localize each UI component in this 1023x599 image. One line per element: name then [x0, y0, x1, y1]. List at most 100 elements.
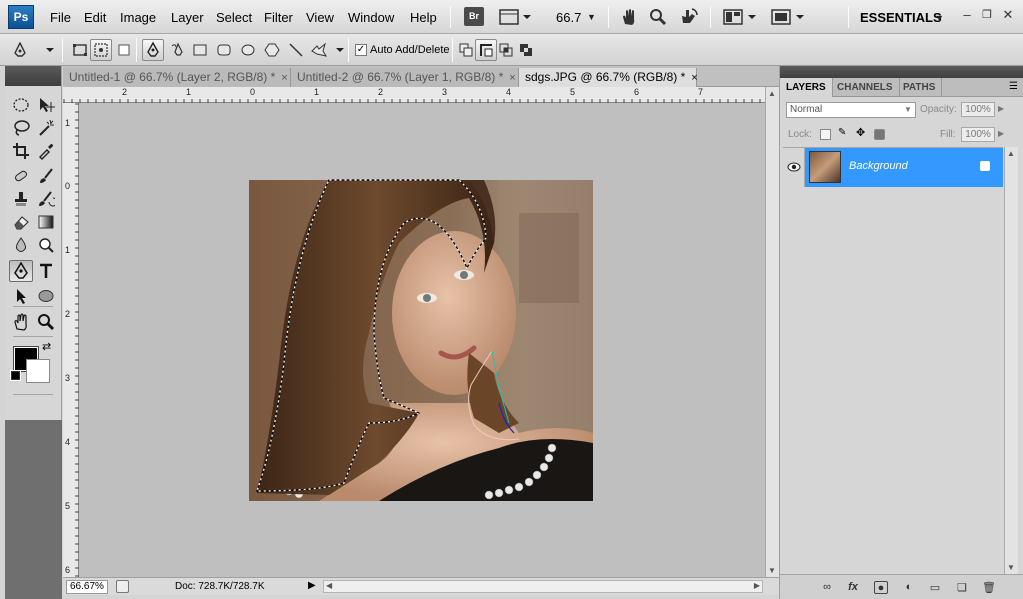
opacity-field[interactable]: 100% [961, 102, 995, 117]
document-image[interactable] [79, 103, 765, 577]
fill-pixels-mode-button[interactable] [116, 42, 132, 58]
menu-image[interactable]: Image [120, 10, 156, 25]
auto-add-delete-checkbox[interactable]: ✓ [355, 44, 367, 56]
crop-tool[interactable] [9, 140, 33, 162]
arrange-documents-button[interactable] [722, 7, 758, 27]
tab-sdgs-jpg[interactable]: sdgs.JPG @ 66.7% (RGB/8) * × [519, 68, 698, 87]
clone-stamp-tool[interactable] [9, 188, 33, 210]
ellipse-option[interactable] [240, 42, 256, 58]
close-tab-icon[interactable]: × [281, 72, 287, 84]
fill-field[interactable]: 100% [961, 127, 995, 142]
scroll-right-icon[interactable]: ▶ [754, 581, 760, 590]
vertical-scrollbar[interactable]: ▲ ▼ [765, 87, 779, 577]
scroll-down-icon[interactable]: ▼ [768, 566, 776, 575]
tab-untitled-1[interactable]: Untitled-1 @ 66.7% (Layer 2, RGB/8) * × [63, 68, 291, 87]
fill-arrow-icon[interactable]: ▶ [998, 129, 1004, 138]
intersect-shape-areas-button[interactable] [498, 42, 514, 58]
zoom-caret-icon[interactable]: ▼ [587, 12, 596, 22]
panel-header[interactable] [780, 66, 1023, 78]
workspace-switcher[interactable]: ESSENTIALS [860, 10, 942, 25]
panel-menu-icon[interactable]: ☰ [1009, 81, 1018, 92]
new-layer-icon[interactable]: ❏ [955, 581, 969, 594]
magic-wand-tool[interactable] [34, 117, 58, 139]
gradient-tool[interactable] [34, 211, 58, 233]
mask-icon[interactable]: ● [874, 581, 888, 594]
workspace-caret-icon[interactable]: ▼ [935, 13, 944, 23]
opacity-arrow-icon[interactable]: ▶ [998, 104, 1004, 113]
zoom-tool[interactable] [34, 311, 58, 333]
eraser-tool[interactable] [9, 211, 33, 233]
blend-mode-select[interactable]: Normal [786, 102, 916, 118]
layer-name[interactable]: Background [849, 160, 908, 172]
menu-select[interactable]: Select [216, 10, 252, 25]
group-folder-icon[interactable]: ▭ [928, 581, 942, 594]
menu-help[interactable]: Help [410, 10, 437, 25]
swap-colors-icon[interactable]: ⇄ [42, 340, 51, 353]
layer-row-background[interactable]: Background [783, 148, 1003, 187]
tool-preset-picker[interactable] [10, 41, 54, 58]
lasso-tool[interactable] [9, 117, 33, 139]
close-tab-icon[interactable]: × [509, 72, 515, 84]
tab-untitled-2[interactable]: Untitled-2 @ 66.7% (Layer 1, RGB/8) * × [291, 68, 519, 87]
scroll-down-icon[interactable]: ▼ [1007, 563, 1015, 572]
tab-layers[interactable]: LAYERS [780, 78, 833, 97]
status-zoom-field[interactable]: 66.67% [66, 580, 108, 594]
brush-tool[interactable] [34, 165, 58, 187]
polygon-option[interactable] [264, 42, 280, 58]
tab-channels[interactable]: CHANNELS [831, 78, 900, 97]
freeform-pen-option[interactable] [170, 42, 186, 58]
menu-edit[interactable]: Edit [84, 10, 106, 25]
status-info-icon[interactable] [116, 580, 129, 593]
move-tool[interactable] [34, 94, 58, 116]
hand-tool-button[interactable] [619, 7, 639, 27]
scroll-left-icon[interactable]: ◀ [326, 581, 332, 590]
close-window-icon[interactable]: ✕ [1001, 8, 1015, 22]
menu-view[interactable]: View [306, 10, 334, 25]
restore-icon[interactable]: ❐ [980, 8, 994, 22]
menu-layer[interactable]: Layer [171, 10, 204, 25]
tab-paths[interactable]: PATHS [897, 78, 943, 97]
blur-tool[interactable] [9, 234, 33, 256]
type-tool[interactable] [34, 260, 58, 282]
line-option[interactable] [288, 42, 304, 58]
subtract-shape-area-button[interactable] [475, 39, 497, 61]
scroll-up-icon[interactable]: ▲ [768, 89, 776, 98]
link-layers-icon[interactable]: ∞ [820, 581, 834, 594]
pen-tool[interactable] [9, 260, 33, 282]
view-extras-button[interactable] [498, 7, 532, 27]
custom-shape-option[interactable] [310, 42, 344, 58]
horizontal-ruler[interactable]: 2 1 0 1 2 3 4 5 6 7 [63, 87, 765, 103]
menu-window[interactable]: Window [348, 10, 394, 25]
tools-panel-header[interactable] [5, 66, 61, 86]
add-to-shape-area-button[interactable] [458, 42, 474, 58]
fx-icon[interactable]: fx [846, 581, 860, 594]
layers-scrollbar[interactable]: ▲ ▼ [1004, 147, 1018, 574]
blend-mode-caret-icon[interactable]: ▼ [904, 105, 912, 114]
layer-visibility-toggle[interactable] [783, 148, 805, 187]
dodge-tool[interactable] [34, 234, 58, 256]
zoom-level-display[interactable]: 66.7 [556, 10, 581, 25]
menu-file[interactable]: File [50, 10, 71, 25]
eyedropper-tool[interactable] [34, 140, 58, 162]
canvas-area[interactable] [79, 103, 765, 577]
pen-tool-option[interactable] [142, 39, 164, 61]
bridge-button[interactable]: Br [464, 7, 484, 26]
paths-mode-button[interactable] [90, 39, 112, 61]
trash-icon[interactable]: 🗑 [982, 581, 996, 594]
rotate-view-button[interactable] [678, 7, 700, 27]
background-color-swatch[interactable] [26, 359, 50, 383]
exclude-overlap-button[interactable] [518, 42, 534, 58]
scroll-up-icon[interactable]: ▲ [1007, 149, 1015, 158]
vertical-ruler[interactable]: 1 0 1 2 3 4 5 6 [63, 103, 79, 577]
elliptical-marquee-tool[interactable] [9, 94, 33, 116]
lock-image-pixels-icon[interactable]: ✎ [838, 127, 849, 138]
path-selection-tool[interactable] [9, 285, 33, 307]
ellipse-shape-tool[interactable] [34, 285, 58, 307]
spot-healing-brush-tool[interactable] [9, 165, 33, 187]
hand-tool[interactable] [9, 311, 33, 333]
adjustment-layer-icon[interactable]: ◐ [902, 581, 916, 594]
default-colors-icon[interactable] [10, 370, 21, 381]
screen-mode-button[interactable] [770, 7, 806, 27]
status-menu-arrow-icon[interactable]: ▶ [308, 580, 316, 591]
rounded-rectangle-option[interactable] [216, 42, 232, 58]
